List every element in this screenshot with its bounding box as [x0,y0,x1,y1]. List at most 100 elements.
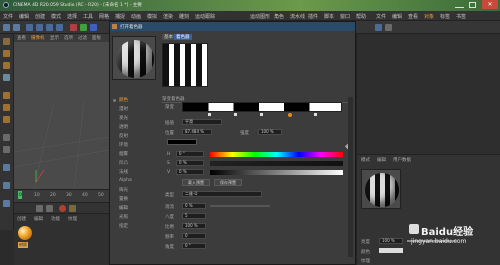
solo-icon[interactable] [3,182,10,189]
material-menu-create[interactable]: 创建 [17,216,26,222]
edges-mode-icon[interactable] [3,104,10,111]
viewport-menu-filter[interactable]: 过滤 [78,35,87,41]
type-select[interactable]: 二维-U [182,191,262,197]
model-mode-icon[interactable] [3,50,10,57]
attr-tab-edit[interactable]: 编辑 [377,157,386,163]
rotate-icon[interactable] [56,24,63,31]
material-label[interactable]: 材质 [18,242,28,248]
undo-icon[interactable] [3,24,10,31]
points-mode-icon[interactable] [3,92,10,99]
menu-edit[interactable]: 编辑 [19,13,29,20]
menu-motion-tracker[interactable]: 运动跟踪 [195,13,215,20]
preview-swatch[interactable] [112,36,156,80]
right-tab-file[interactable]: 文件 [376,13,386,20]
menu-mograph[interactable]: 运动图形 [250,13,270,20]
menu-script[interactable]: 脚本 [324,13,334,20]
menu-simulate[interactable]: 模拟 [147,13,157,20]
channel-transparency[interactable]: 透明 [119,124,128,130]
channel-assignment[interactable]: 指定 [119,223,128,229]
right-tab-bookmarks[interactable]: 书签 [456,13,466,20]
close-button[interactable]: ✕ [482,0,498,9]
gradient-knot-3[interactable] [260,113,263,116]
channel-reflectance[interactable]: 反射 [119,133,128,139]
menu-render[interactable]: 渲染 [163,13,173,20]
channel-luminance[interactable]: 发光 [119,115,128,121]
viewport-menu-options[interactable]: 选项 [64,35,73,41]
menu-mode[interactable]: 模式 [51,13,61,20]
record-icon[interactable] [59,205,66,212]
gradient-knot-5[interactable] [314,113,317,116]
scale-icon[interactable] [46,24,53,31]
channel-environment[interactable]: 环境 [119,142,128,148]
value-slider[interactable] [210,170,343,175]
texture-mode-icon[interactable] [3,62,10,69]
viewport-menu-display[interactable]: 显示 [50,35,59,41]
key-icon[interactable] [69,205,76,212]
minimize-button[interactable] [455,2,464,8]
interp-select[interactable]: 平滑 [182,119,222,125]
menu-animate[interactable]: 动画 [131,13,141,20]
right-tab-view[interactable]: 查看 [408,13,418,20]
saturation-slider[interactable] [210,161,343,166]
channel-illumination[interactable]: 光照 [119,214,128,220]
polygons-mode-icon[interactable] [3,116,10,123]
param-scale-field[interactable]: 100 % [182,223,206,229]
lock-icon[interactable] [3,146,10,153]
viewport-menu-view[interactable]: 查看 [17,35,26,41]
axis-x-icon[interactable] [70,24,77,31]
channel-displacement[interactable]: 置换 [119,196,128,202]
live-select-icon[interactable] [26,24,33,31]
axis-y-icon[interactable] [80,24,87,31]
channel-s-field[interactable]: 0 % [176,160,204,166]
go-start-icon[interactable] [36,205,43,212]
gradient-knot-1[interactable] [208,113,211,116]
param-angle-field[interactable]: 0 ° [182,243,206,249]
intensity-field[interactable]: 100 % [258,129,282,135]
snap-icon[interactable] [3,134,10,141]
menu-window[interactable]: 窗口 [340,13,350,20]
channel-bump[interactable]: 凹凸 [119,160,128,166]
channel-h-field[interactable]: 0 ° [176,151,204,157]
workplane-icon[interactable] [3,74,10,81]
material-menu-function[interactable]: 功能 [51,216,60,222]
material-menu-texture[interactable]: 纹理 [68,216,77,222]
menu-pipeline[interactable]: 流水线 [290,13,305,20]
channel-normal[interactable]: 法线 [119,169,128,175]
redo-icon[interactable] [13,24,20,31]
load-preset-button[interactable]: 载入预置 [182,179,210,186]
save-preset-button[interactable]: 保存预置 [214,179,242,186]
gradient-bar[interactable] [182,102,342,112]
move-icon[interactable] [36,24,43,31]
channel-alpha[interactable]: Alpha [119,178,132,183]
dialog-scrollbar[interactable] [348,97,353,257]
material-thumbnail[interactable] [18,226,32,240]
material-menu-edit[interactable]: 编辑 [34,216,43,222]
tab-shader[interactable]: 着色器 [174,34,192,40]
menu-sculpt[interactable]: 雕刻 [179,13,189,20]
menu-create[interactable]: 创建 [35,13,45,20]
attr-tab-mode[interactable]: 模式 [361,157,370,163]
gradient-knot-selected[interactable] [288,113,292,117]
param-turbulence-slider[interactable] [210,205,270,207]
timeline[interactable]: 0 10 20 30 40 50 [14,189,109,202]
menu-select[interactable]: 选择 [67,13,77,20]
brush-icon[interactable] [3,200,10,207]
channel-fog[interactable]: 烟雾 [119,151,128,157]
menu-snap[interactable]: 捕捉 [115,13,125,20]
menu-character[interactable]: 角色 [274,13,284,20]
position-field[interactable]: 87.484 % [182,129,212,135]
param-frequency-field[interactable]: 0 [182,233,206,239]
play-icon[interactable] [46,205,53,212]
spline-icon[interactable] [385,24,392,31]
menu-plugins[interactable]: 插件 [308,13,318,20]
color-swatch[interactable] [167,139,197,145]
axis-z-icon[interactable] [90,24,97,31]
menu-help[interactable]: 帮助 [356,13,366,20]
maximize-button[interactable] [469,2,476,8]
channel-v-field[interactable]: 0 % [176,169,204,175]
right-tab-edit[interactable]: 编辑 [392,13,402,20]
viewport[interactable]: 查看 摄像机 显示 选项 过滤 面板 [14,34,109,189]
channel-color[interactable]: 颜色 [119,97,128,103]
hue-slider[interactable] [210,152,343,157]
channel-diffusion[interactable]: 漫射 [119,106,128,112]
